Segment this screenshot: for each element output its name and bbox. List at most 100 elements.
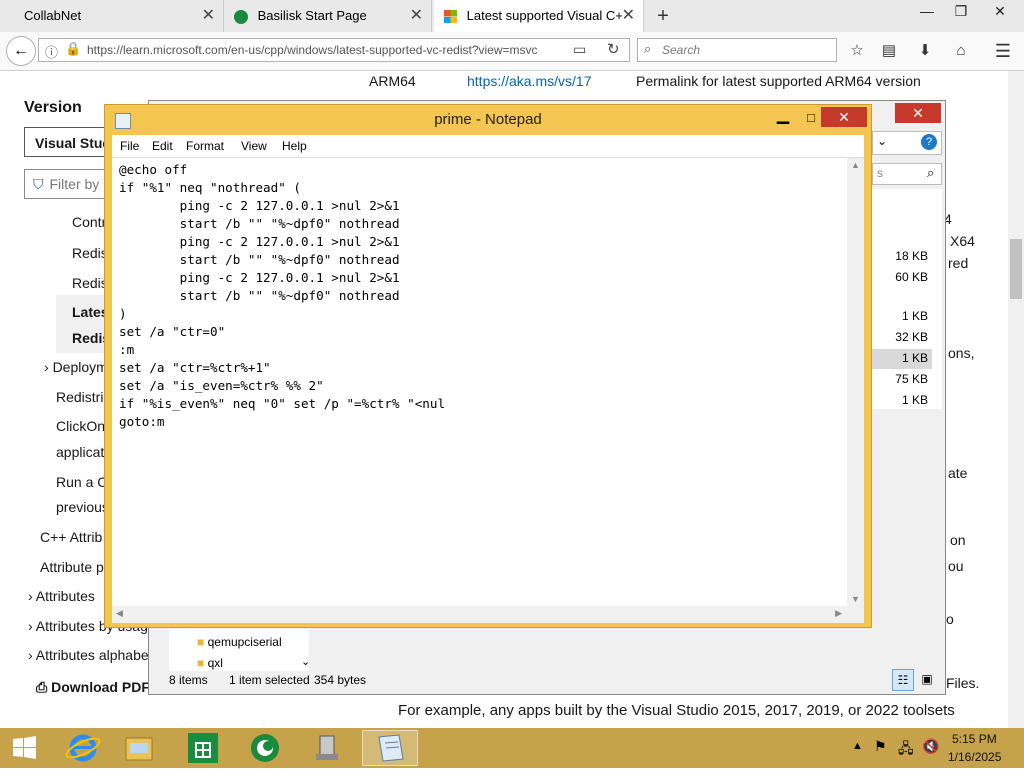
details-view-icon[interactable]: ☷ (892, 669, 914, 691)
menu-icon[interactable]: ☰ (992, 40, 1014, 62)
menu-view[interactable]: View (237, 135, 271, 157)
library-icon[interactable]: ▤ (878, 40, 900, 62)
toc-item[interactable]: Redis (72, 275, 108, 291)
minimize-button[interactable]: — (912, 0, 942, 24)
tab-basilisk-start[interactable]: Basilisk Start Page ✕ (224, 0, 432, 32)
folder-tree: ■ qemupciserial ■ qxl ⌄ (169, 629, 310, 671)
close-icon[interactable]: ✕ (622, 0, 635, 32)
scrollbar-thumb[interactable] (1010, 239, 1022, 299)
file-size-column: 1 KB 32 KB 1 KB 75 KB 1 KB (872, 309, 942, 409)
file-size: 75 KB (895, 372, 928, 386)
search-box[interactable]: s ⌕ (872, 163, 942, 185)
browser-tab-bar: CollabNet ✕ Basilisk Start Page ✕ Latest… (0, 0, 1024, 33)
toc-item[interactable]: › Deploym (44, 359, 108, 375)
windows-logo-icon (13, 736, 36, 759)
basilisk-icon (234, 9, 248, 24)
close-button[interactable]: ✕ (895, 103, 941, 123)
toc-item[interactable]: ClickOn (56, 418, 105, 434)
folder-label: qxl (207, 656, 223, 670)
network-icon[interactable]: 🖧 (898, 738, 914, 762)
start-button[interactable] (0, 730, 48, 766)
minimize-button[interactable]: ▁ (769, 107, 797, 129)
editor-content[interactable]: @echo off if "%1" neq "nothread" ( ping … (119, 161, 445, 431)
large-icons-view-icon[interactable]: ▣ (917, 669, 937, 689)
notepad-taskbar-icon[interactable] (362, 730, 418, 766)
toc-item[interactable]: previous (56, 499, 109, 515)
back-button[interactable]: ← (6, 36, 36, 66)
info-icon[interactable]: ⓘ (45, 42, 58, 61)
toc-item[interactable]: Attribute p (40, 559, 104, 575)
version-select-value: Visual Stud (35, 135, 111, 151)
folder-label: qemupciserial (207, 635, 282, 649)
scroll-right-icon[interactable]: ▶ (835, 608, 842, 619)
menu-file[interactable]: File (116, 135, 143, 157)
tab-collabnet[interactable]: CollabNet ✕ (0, 0, 224, 32)
menu-bar: File Edit Format View Help (112, 135, 864, 157)
toc-item[interactable]: › Attributes (28, 588, 95, 604)
menu-help[interactable]: Help (278, 135, 311, 157)
menu-format[interactable]: Format (182, 135, 228, 157)
text-fragment: o (946, 611, 954, 627)
scroll-down-icon[interactable]: ▼ (851, 594, 860, 604)
vertical-scrollbar[interactable]: ▲ ▼ (847, 158, 864, 606)
table-link[interactable]: https://aka.ms/vs/17 (467, 73, 592, 89)
reload-icon[interactable]: ↻ (607, 40, 620, 58)
tree-item[interactable]: ■ qxl (197, 656, 223, 670)
volume-muted-icon[interactable]: 🔇 (922, 738, 939, 755)
tab-label: Basilisk Start Page (257, 8, 367, 23)
reader-view-icon[interactable]: ▭ (573, 41, 586, 58)
menu-edit[interactable]: Edit (148, 135, 177, 157)
file-size: 1 KB (901, 351, 928, 365)
tab-latest-supported[interactable]: Latest supported Visual C+ ✕ (434, 0, 644, 32)
text-fragment: ou (948, 558, 964, 574)
download-pdf-label: Download PDF (51, 679, 150, 695)
close-button[interactable]: ✕ (980, 0, 1020, 24)
text-fragment: red (948, 255, 969, 271)
chevron-down-icon[interactable]: ⌄ (301, 655, 310, 668)
home-icon[interactable]: ⌂ (950, 40, 972, 62)
bookmark-star-icon[interactable]: ☆ (846, 40, 868, 62)
download-pdf-link[interactable]: ⎙ Download PDF (36, 679, 150, 696)
toc-item[interactable]: C++ Attrib (40, 529, 102, 545)
help-icon[interactable]: ? (921, 134, 937, 150)
url-bar[interactable]: ⓘ 🔒 https://learn.microsoft.com/en-us/cp… (38, 38, 630, 62)
file-size: 1 KB (901, 393, 928, 407)
close-icon[interactable]: ✕ (202, 0, 215, 32)
internet-explorer-icon[interactable] (58, 730, 108, 766)
search-bar[interactable]: ⌕ Search (637, 38, 837, 62)
page-scrollbar[interactable] (1008, 71, 1024, 728)
clock-time[interactable]: 5:15 PM (952, 732, 997, 746)
text-fragment: ons, (948, 345, 975, 361)
restore-button[interactable]: ❐ (946, 0, 976, 24)
file-size-column: 18 KB 60 KB (872, 189, 942, 309)
toc-item[interactable]: Run a C (56, 474, 107, 490)
toc-item[interactable]: applicat (56, 444, 104, 460)
scroll-left-icon[interactable]: ◀ (116, 608, 123, 619)
toc-item[interactable]: Redis (72, 245, 108, 261)
file-explorer-icon[interactable] (114, 730, 164, 766)
new-tab-button[interactable]: + (652, 0, 674, 32)
scroll-up-icon[interactable]: ▲ (851, 160, 860, 170)
store-icon[interactable] (178, 730, 228, 766)
toc-item[interactable]: Contr (72, 214, 106, 230)
clock-date[interactable]: 1/16/2025 (948, 750, 1001, 764)
horizontal-scrollbar[interactable]: ◀ ▶ (112, 606, 864, 623)
text-editor[interactable]: @echo off if "%1" neq "nothread" ( ping … (112, 157, 864, 623)
show-hidden-icons-icon[interactable]: ▲ (852, 740, 863, 752)
toc-item[interactable]: Redistrib (56, 389, 111, 405)
close-icon[interactable]: ✕ (410, 0, 423, 32)
window-title: prime - Notepad (434, 111, 542, 128)
search-icon: ⌕ (644, 41, 652, 56)
basilisk-browser-icon[interactable] (240, 730, 290, 766)
download-icon[interactable]: ⬇ (914, 40, 936, 62)
filter-placeholder: Filter by (49, 176, 100, 192)
close-button[interactable]: ✕ (821, 107, 867, 127)
chevron-right-icon: › (28, 647, 33, 663)
toc-label: Attributes (35, 588, 95, 604)
chevron-right-icon: › (28, 588, 33, 604)
toc-item[interactable]: › Attributes alphabe (28, 647, 149, 663)
chevron-down-icon[interactable]: ⌄ (877, 134, 887, 148)
network-tool-icon[interactable] (302, 730, 352, 766)
action-center-flag-icon[interactable]: ⚑ (874, 738, 887, 755)
tree-item[interactable]: ■ qemupciserial (197, 635, 282, 649)
